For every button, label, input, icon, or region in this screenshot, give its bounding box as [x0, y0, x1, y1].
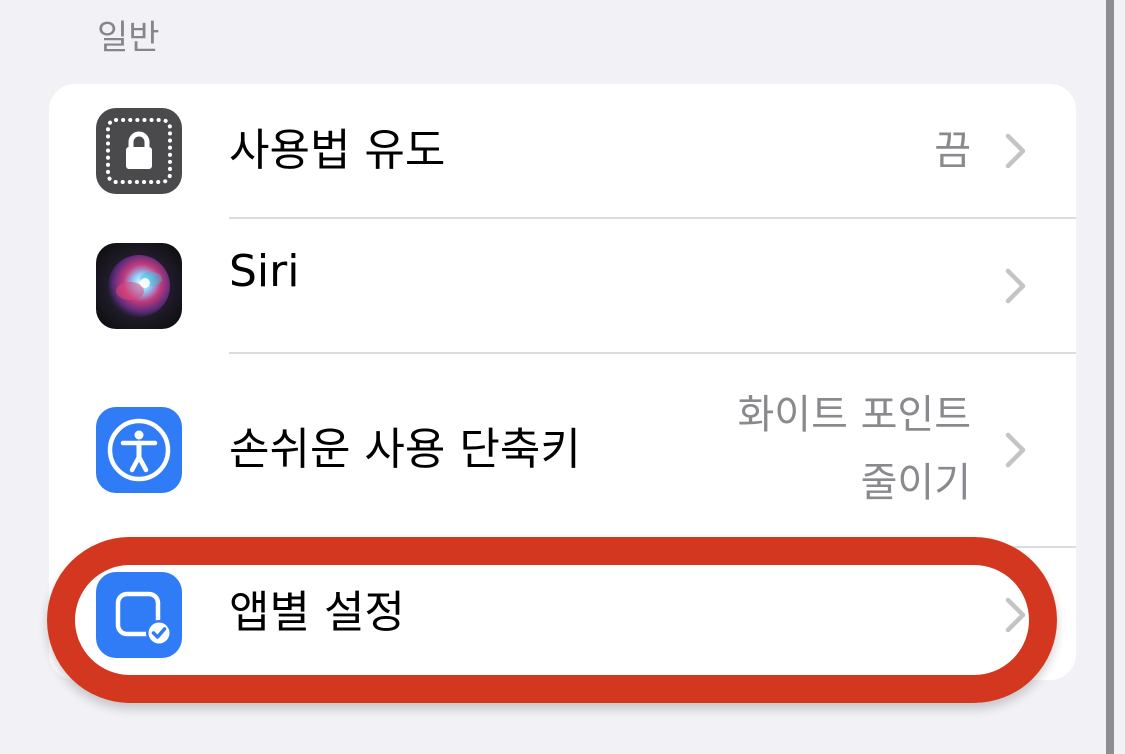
row-label: 앱별 설정	[229, 587, 405, 638]
row-value-line: 화이트 포인트	[737, 392, 971, 438]
row-accessibility-shortcut[interactable]: 손쉬운 사용 단축키 화이트 포인트 줄이기	[49, 354, 1076, 546]
row-label: Siri	[229, 246, 300, 297]
chevron-right-icon	[1005, 268, 1026, 304]
row-value: 화이트 포인트 줄이기	[737, 390, 971, 508]
row-guided-access[interactable]: 사용법 유도 끔	[49, 84, 1076, 218]
row-value-line: 줄이기	[860, 460, 971, 506]
siri-orb-icon	[96, 243, 182, 329]
row-label: 사용법 유도	[229, 125, 446, 176]
chevron-right-icon	[1005, 133, 1026, 169]
settings-group: 사용법 유도 끔 Siri 손쉬운 사용 단축키 화이트 포인트 줄이기 앱별 …	[49, 84, 1076, 680]
app-checkmark-icon	[96, 572, 182, 658]
row-value: 끔	[934, 128, 971, 174]
scrollbar[interactable]	[1106, 0, 1114, 754]
accessibility-person-icon	[96, 407, 182, 493]
chevron-right-icon	[1005, 432, 1026, 468]
row-label: 손쉬운 사용 단축키	[229, 424, 581, 475]
row-per-app-settings[interactable]: 앱별 설정	[49, 548, 1076, 680]
chevron-right-icon	[1005, 597, 1026, 633]
section-header-general: 일반	[97, 18, 160, 58]
guided-access-lock-icon	[96, 108, 182, 194]
row-siri[interactable]: Siri	[49, 219, 1076, 353]
